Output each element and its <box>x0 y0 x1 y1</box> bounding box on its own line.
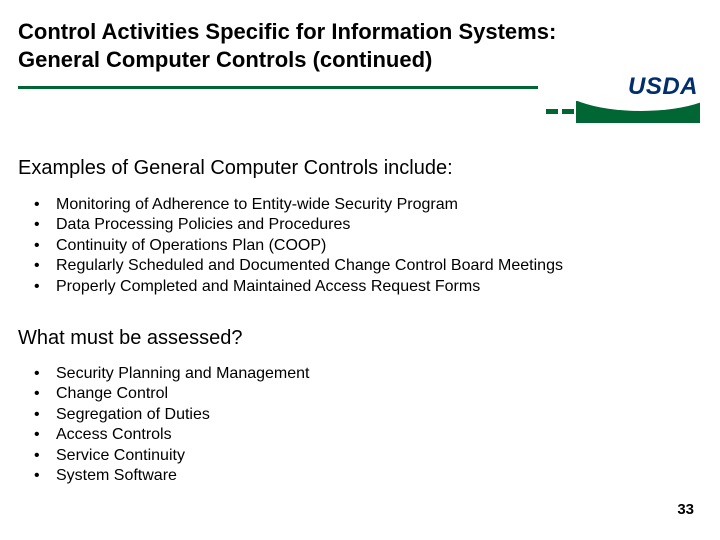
list-item: Regularly Scheduled and Documented Chang… <box>56 256 563 276</box>
subheading-assess: What must be assessed? <box>18 327 243 350</box>
list-item: System Software <box>56 466 310 486</box>
slide: Control Activities Specific for Informat… <box>0 0 720 540</box>
title-line-1: Control Activities Specific for Informat… <box>18 19 556 44</box>
list-item: Properly Completed and Maintained Access… <box>56 277 563 297</box>
usda-swoosh-icon <box>576 101 700 123</box>
list-item: Service Continuity <box>56 446 310 466</box>
page-number: 33 <box>677 501 694 518</box>
list-item: Change Control <box>56 384 310 404</box>
list-item: Continuity of Operations Plan (COOP) <box>56 236 563 256</box>
list-item: Data Processing Policies and Procedures <box>56 215 563 235</box>
examples-list: Monitoring of Adherence to Entity-wide S… <box>26 195 563 297</box>
slide-title: Control Activities Specific for Informat… <box>18 18 558 73</box>
assess-list: Security Planning and Management Change … <box>26 364 310 487</box>
list-item: Access Controls <box>56 425 310 445</box>
usda-logo: USDA <box>576 75 700 129</box>
usda-logo-text: USDA <box>576 75 700 99</box>
list-item: Segregation of Duties <box>56 405 310 425</box>
title-underline <box>18 86 538 89</box>
list-item: Monitoring of Adherence to Entity-wide S… <box>56 195 563 215</box>
list-item: Security Planning and Management <box>56 364 310 384</box>
subheading-examples: Examples of General Computer Controls in… <box>18 157 453 180</box>
title-line-2: General Computer Controls (continued) <box>18 47 432 72</box>
